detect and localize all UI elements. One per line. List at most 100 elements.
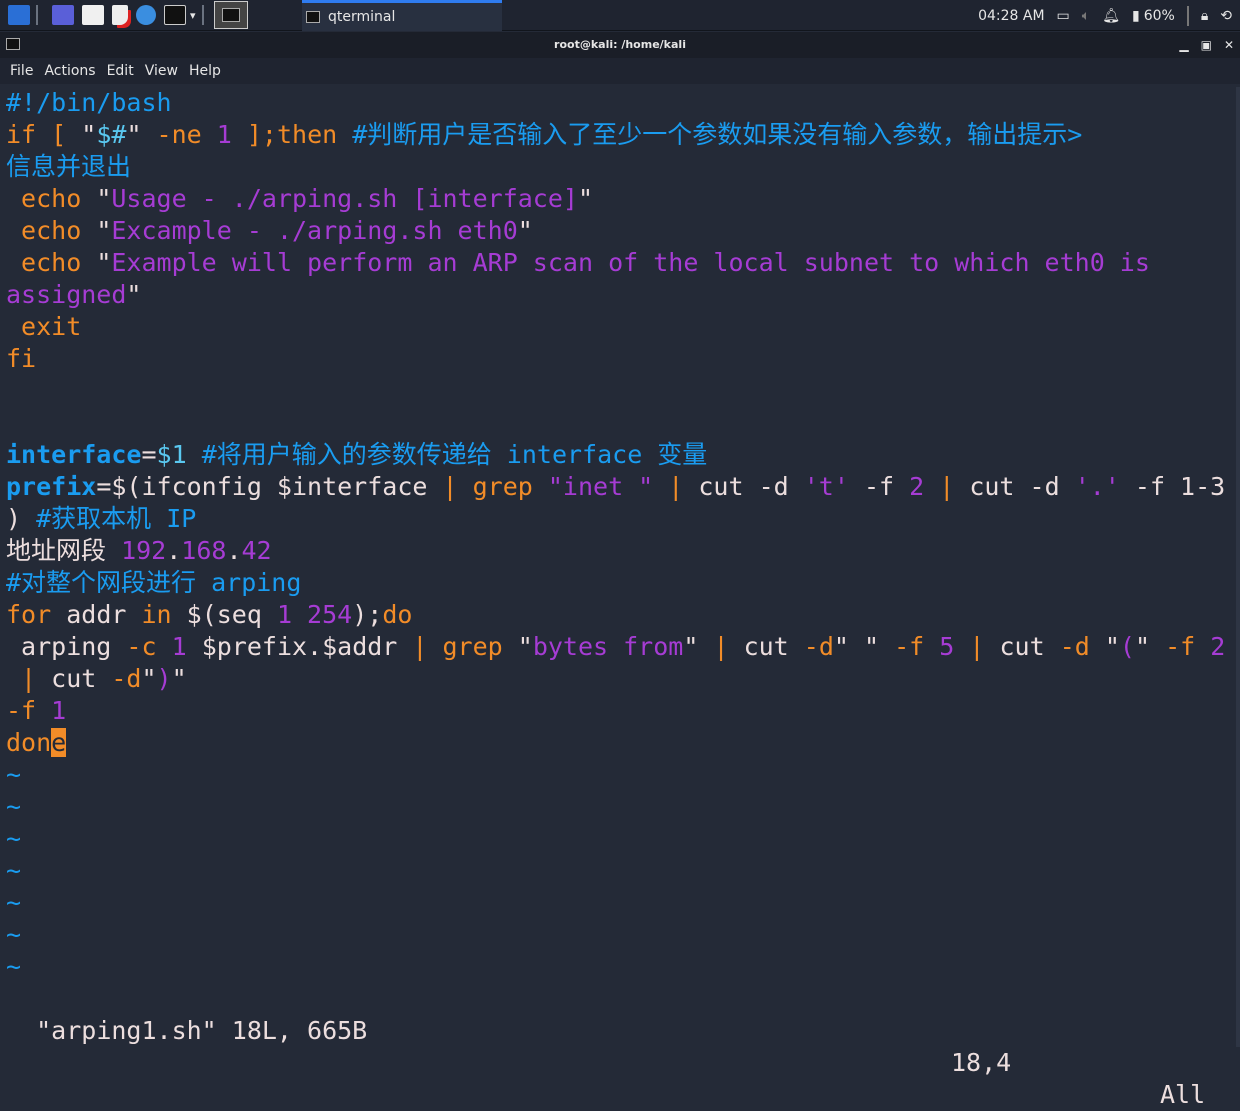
- lock-icon[interactable]: 🔒︎: [1201, 8, 1208, 24]
- code-token: =: [141, 440, 157, 469]
- code-token: ~: [6, 952, 22, 981]
- code-line: ~: [6, 855, 1230, 887]
- code-token: ~: [6, 760, 22, 789]
- code-line: echo "Example will perform an ARP scan o…: [6, 247, 1230, 279]
- code-token: '.': [1074, 472, 1120, 501]
- code-line: echo "Excample - ./arping.sh eth0": [6, 215, 1230, 247]
- code-token: 地址网段: [6, 536, 122, 565]
- code-token: -d: [803, 632, 834, 661]
- code-line: assigned": [6, 279, 1230, 311]
- code-token: bytes from: [532, 632, 684, 661]
- scrollbar[interactable]: [1236, 87, 1240, 1047]
- text-cursor: e: [51, 728, 67, 757]
- maximize-button[interactable]: ▣: [1201, 32, 1212, 58]
- volume-icon[interactable]: 🔈︎: [1082, 8, 1090, 24]
- kali-menu-icon[interactable]: [8, 5, 30, 25]
- code-line: for addr in $(seq 1 254);do: [6, 599, 1230, 631]
- code-line: 信息并退出: [6, 151, 1230, 183]
- code-token: "inet ": [547, 472, 654, 501]
- code-token: Example will perform an ARP scan of the …: [111, 248, 1150, 277]
- code-line: done: [6, 727, 1230, 759]
- code-token: ": [1104, 632, 1120, 661]
- vim-status-line: "arping1.sh" 18L, 665B 18,4 All: [6, 983, 1226, 1111]
- code-line: arping -c 1 $prefix.$addr | grep "bytes …: [6, 631, 1230, 663]
- text-editor-icon[interactable]: [112, 5, 128, 25]
- browser-icon[interactable]: [136, 5, 156, 25]
- code-token: #!/bin/bash: [6, 88, 172, 117]
- code-token: cut -d: [698, 472, 804, 501]
- code-token: interface: [6, 440, 142, 469]
- menu-bar: File Actions Edit View Help: [0, 58, 1240, 84]
- code-token: =$(ifconfig $interface: [96, 472, 443, 501]
- battery-level: 60%: [1143, 7, 1175, 24]
- code-token: ": [126, 120, 142, 149]
- code-line: ~: [6, 791, 1230, 823]
- code-token: | grep: [412, 632, 518, 661]
- code-token: ": [96, 184, 112, 213]
- file-manager-icon[interactable]: [82, 5, 104, 25]
- code-token: cut: [743, 632, 804, 661]
- terminal-window-icon[interactable]: [213, 1, 248, 29]
- code-line: ~: [6, 823, 1230, 855]
- code-line: fi: [6, 343, 1230, 375]
- code-line: prefix=$(ifconfig $interface | grep "ine…: [6, 471, 1230, 503]
- code-token: -f: [6, 696, 52, 725]
- window-titlebar: root@kali: /home/kali ▁ ▣ ✕: [0, 32, 1240, 58]
- code-token: ~: [6, 856, 22, 885]
- code-token: ): [6, 504, 37, 533]
- code-token: ": [577, 184, 594, 213]
- chevron-down-icon[interactable]: ▾: [190, 9, 196, 22]
- code-line: ~: [6, 919, 1230, 951]
- code-token: $(seq: [186, 600, 277, 629]
- bell-icon[interactable]: 🔔︎: [1102, 8, 1120, 24]
- code-token: 2: [1210, 632, 1226, 661]
- code-token: ): [156, 664, 172, 693]
- code-token: 2: [909, 472, 925, 501]
- menu-edit[interactable]: Edit: [103, 63, 141, 79]
- file-info: "arping1.sh" 18L, 665B: [36, 1016, 368, 1045]
- desktop-icon[interactable]: [52, 5, 74, 25]
- code-token: Excample - ./arping.sh eth0: [111, 216, 518, 245]
- divider: [201, 5, 204, 25]
- divider: [1186, 5, 1189, 26]
- minimize-button[interactable]: ▁: [1179, 32, 1188, 58]
- battery-icon[interactable]: ▮: [1132, 8, 1140, 24]
- terminal-icon[interactable]: [164, 5, 186, 25]
- close-button[interactable]: ✕: [1224, 32, 1234, 58]
- menu-view[interactable]: View: [141, 63, 185, 79]
- code-line: -f 1: [6, 695, 1230, 727]
- display-icon[interactable]: ▭: [1057, 8, 1070, 24]
- code-token: 1: [51, 696, 67, 725]
- code-token: ];then: [231, 120, 353, 149]
- code-line: 地址网段 192.168.42: [6, 535, 1230, 567]
- code-token: 42: [241, 536, 272, 565]
- code-token: $#: [96, 120, 127, 149]
- menu-file[interactable]: File: [6, 63, 40, 79]
- clock[interactable]: 04:28 AM: [978, 8, 1044, 24]
- code-token: -f 1-3: [1119, 472, 1226, 501]
- code-token: ~: [6, 824, 22, 853]
- vim-editor[interactable]: #!/bin/bash if [ "$#" -ne 1 ];then #判断用户是…: [6, 87, 1230, 983]
- code-line: if [ "$#" -ne 1 ];then #判断用户是否输入了至少一个参数如…: [6, 119, 1230, 151]
- code-line: ~: [6, 951, 1230, 983]
- code-token: ": [171, 664, 187, 693]
- taskbar-item-qterminal[interactable]: qterminal: [302, 0, 502, 31]
- code-token: (: [1119, 632, 1135, 661]
- code-token: -f: [879, 632, 940, 661]
- logout-icon[interactable]: ⟲: [1220, 8, 1232, 24]
- code-token: |: [924, 472, 970, 501]
- code-token: arping: [6, 632, 127, 661]
- code-token: );: [352, 600, 383, 629]
- code-token: ": [141, 664, 157, 693]
- menu-help[interactable]: Help: [185, 63, 228, 79]
- code-token: #将用户输入的参数传递给 interface 变量: [186, 440, 708, 469]
- code-token: in: [141, 600, 187, 629]
- code-token: -d: [1059, 632, 1105, 661]
- menu-actions[interactable]: Actions: [40, 63, 102, 79]
- code-line: ) #获取本机 IP: [6, 503, 1230, 535]
- code-token: 168: [181, 536, 227, 565]
- scroll-position: All: [1160, 1080, 1206, 1109]
- code-token: assigned: [6, 280, 127, 309]
- code-token: echo: [6, 248, 97, 277]
